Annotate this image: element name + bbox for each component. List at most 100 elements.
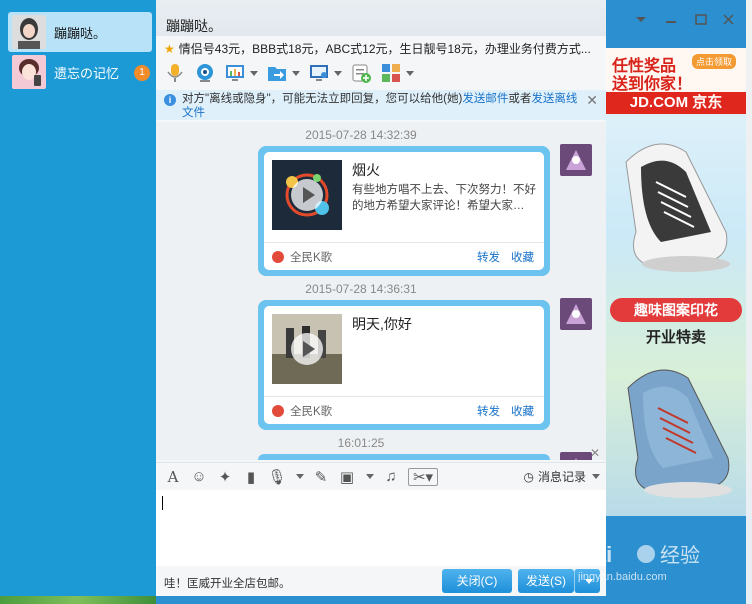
maximize-icon[interactable] [695, 14, 707, 25]
app-logo-icon [272, 404, 284, 417]
sneaker-image [627, 369, 732, 498]
ad-slogan-sale: 开业特卖 [645, 329, 706, 346]
file-transfer-button[interactable] [266, 60, 300, 86]
message-bubble: 明天,你好 全民K歌 转发 收藏 [258, 300, 550, 430]
voice-message-icon[interactable]: 🎙 [267, 468, 286, 486]
sneaker-image [625, 143, 730, 272]
close-window-icon[interactable] [723, 14, 734, 25]
emoji-icon[interactable]: ☺ [190, 468, 208, 486]
contact-item-active[interactable]: 蹦蹦哒。 [8, 12, 152, 52]
song-thumbnail[interactable] [272, 314, 342, 384]
dropdown-icon[interactable] [636, 17, 646, 22]
favorite-link[interactable]: 收藏 [511, 403, 534, 419]
message-input[interactable] [156, 490, 606, 566]
music-icon[interactable]: ♫ [382, 468, 400, 486]
contact-name: 遗忘の记忆 [54, 65, 120, 81]
play-icon [291, 333, 323, 365]
play-icon [291, 179, 323, 211]
apps-button[interactable] [380, 60, 414, 86]
edit-icon[interactable]: ✎ [312, 468, 330, 486]
song-title: 烟火 [352, 162, 380, 178]
chat-toolbar [156, 58, 606, 88]
source-app: 全民K歌 [290, 251, 333, 264]
screenshot-scissors-icon[interactable]: ✂▾ [408, 467, 438, 486]
remote-desktop-button[interactable] [308, 60, 342, 86]
song-description: 有些地方唱不上去、下次努力！不好的地方希望大家评论！希望大家… [352, 184, 536, 212]
notice-text-middle: 或者 [508, 93, 532, 105]
video-call-button[interactable] [194, 60, 216, 86]
contact-list: 蹦蹦哒。 遗忘の记忆 1 [0, 0, 156, 596]
message-timestamp: 2015-07-28 14:32:39 [305, 128, 417, 142]
source-app: 全民K歌 [290, 405, 333, 418]
signature-text: 情侣号43元，BBB式18元，ABC式12元，生日靓号18元，办理业务付费方式.… [178, 42, 591, 56]
message-bubble: 烟火 有些地方唱不上去、下次努力！不好的地方希望大家评论！希望大家… 全民K歌 … [258, 146, 550, 276]
contact-item[interactable]: 遗忘の记忆 1 [8, 52, 152, 92]
notice-text: 对方"离线或隐身"，可能无法立即回复，您可以给他(她) [182, 93, 463, 105]
app-logo-icon [272, 250, 284, 263]
forward-link[interactable]: 转发 [477, 403, 500, 419]
unread-badge: 1 [134, 65, 150, 81]
sender-avatar[interactable] [560, 144, 592, 176]
chevron-down-icon [292, 70, 300, 76]
message-history-label: 消息记录 [537, 470, 586, 484]
message-timestamp: 16:01:25 [337, 436, 385, 450]
image-icon[interactable]: ▣ [338, 468, 356, 486]
ad-brand-logo: JD.COM 京东 [606, 92, 746, 114]
close-notice-icon[interactable]: ✕ [586, 93, 598, 107]
chevron-down-icon[interactable] [366, 474, 374, 479]
forward-link[interactable]: 转发 [477, 249, 500, 265]
chat-window: 蹦蹦哒。 ★ 情侣号43元，BBB式18元，ABC式12元，生日靓号18元，办理业… [156, 0, 606, 596]
screen-share-icon [226, 65, 244, 81]
sender-avatar[interactable] [560, 298, 592, 330]
sender-avatar[interactable] [560, 452, 592, 460]
window-controls [606, 10, 746, 30]
title-bar: 蹦蹦哒。 [156, 0, 606, 36]
clock-icon: ◷ [523, 469, 534, 484]
nudge-icon[interactable]: ✦ [216, 468, 234, 486]
file-transfer-icon [268, 67, 286, 81]
song-thumbnail[interactable] [272, 160, 342, 230]
chevron-down-icon[interactable] [296, 474, 304, 479]
minimize-icon[interactable] [666, 21, 676, 23]
promo-tip: 哇！匡威开业全店包邮。 [164, 578, 291, 590]
watermark-logo-text2: 经验 [660, 543, 700, 567]
avatar [12, 15, 46, 49]
ad-panel[interactable]: 任性奖品 点击领取 送到你家！ JD.COM 京东 趣味图案印花 开业特卖 [606, 48, 746, 516]
send-email-link[interactable]: 发送邮件 [462, 93, 508, 105]
contact-signature: ★ 情侣号43元，BBB式18元，ABC式12元，生日靓号18元，办理业务付费方式… [164, 40, 591, 57]
apps-grid-icon [382, 64, 400, 82]
message-area: 2015-07-28 14:32:39 烟火 有些地方唱不上去、下次努力！不好的… [156, 122, 606, 460]
info-icon: i [164, 94, 176, 106]
chevron-down-icon [334, 70, 342, 76]
send-options-button[interactable] [574, 569, 600, 593]
music-share-card[interactable]: 烟火 有些地方唱不上去、下次努力！不好的地方希望大家评论！希望大家… 全民K歌 … [264, 152, 544, 270]
song-title: 明天,你好 [352, 316, 412, 332]
text-cursor [162, 496, 163, 510]
close-button[interactable]: 关闭(C) [442, 569, 512, 593]
message-history-button[interactable]: ◷ 消息记录 [523, 468, 600, 485]
star-icon: ★ [164, 42, 175, 56]
ad-subheadline: 送到你家！ [612, 76, 693, 93]
message-bubble [258, 454, 550, 460]
favorite-link[interactable]: 收藏 [511, 249, 534, 265]
chevron-down-icon [584, 579, 593, 585]
voice-call-button[interactable] [164, 60, 186, 86]
music-share-card[interactable]: 明天,你好 全民K歌 转发 收藏 [264, 306, 544, 424]
ad-claim-chip[interactable]: 点击领取 [692, 54, 737, 69]
bottom-bar: 哇！匡威开业全店包邮。 关闭(C) 发送(S) [156, 566, 606, 596]
add-app-button[interactable] [350, 60, 372, 86]
chevron-down-icon [250, 70, 258, 76]
ad-close-icon[interactable]: ✕ [590, 446, 600, 460]
chevron-down-icon [406, 70, 414, 76]
add-app-icon [352, 64, 371, 83]
send-button[interactable]: 发送(S) [518, 569, 574, 593]
offline-notice: i 对方"离线或隐身"，可能无法立即回复，您可以给他(她)发送邮件或者发送离线文… [156, 90, 606, 120]
ad-slogan: 趣味图案印花 [610, 298, 742, 322]
video-clip-icon[interactable]: ▮ [242, 468, 260, 486]
message-timestamp: 2015-07-28 14:36:31 [305, 282, 417, 296]
screen-share-button[interactable] [224, 60, 258, 86]
input-toolbar: A ☺ ✦ ▮ 🎙 ✎ ▣ ♫ ✂▾ ◷ 消息记录 [156, 462, 606, 490]
ad-header: 任性奖品 点击领取 送到你家！ JD.COM 京东 [606, 48, 746, 114]
font-icon[interactable]: A [164, 468, 182, 486]
contact-name: 蹦蹦哒。 [54, 25, 107, 41]
